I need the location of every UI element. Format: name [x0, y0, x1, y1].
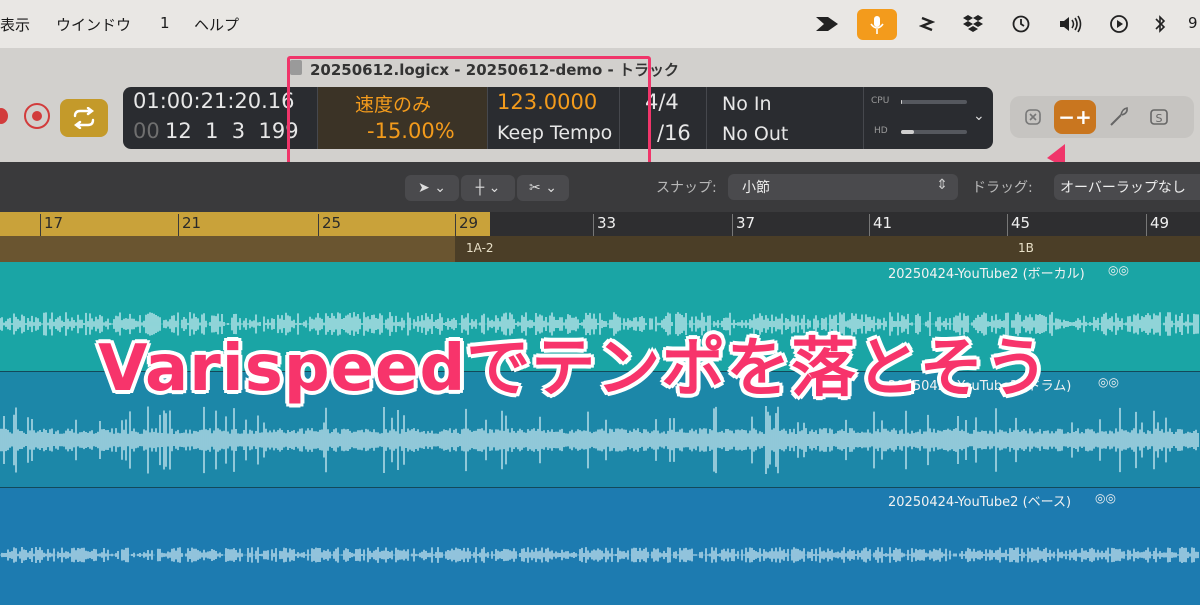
- time-machine-icon[interactable]: [1006, 10, 1036, 38]
- marquee-tool-icon[interactable]: ┼ ⌄: [461, 175, 515, 201]
- midi-out[interactable]: No Out: [722, 123, 788, 145]
- time-display: 01:00:21:20.16: [133, 89, 295, 113]
- drag-select[interactable]: オーバーラップなし: [1054, 174, 1200, 200]
- chevron-down-icon[interactable]: ⌄: [973, 108, 985, 124]
- region-name: 20250424-YouTube2 (ボーカル): [888, 267, 1085, 282]
- score-icon[interactable]: S: [1140, 100, 1178, 134]
- loop-icon: ◎◎: [1098, 375, 1119, 389]
- clock-text: 9: [1188, 14, 1198, 32]
- volume-icon[interactable]: [1056, 10, 1086, 38]
- menu-window[interactable]: ウインドウ: [56, 14, 131, 35]
- region-name: 20250424-YouTube2 (ベース): [888, 495, 1072, 510]
- loop-icon: ◎◎: [1108, 263, 1129, 277]
- bar-41: 41: [873, 214, 893, 232]
- scissors-tool-icon[interactable]: ✂ ⌄: [517, 175, 569, 201]
- bar-49: 49: [1150, 214, 1170, 232]
- loop-icon: ◎◎: [1095, 491, 1116, 505]
- svg-text:S: S: [1156, 112, 1163, 125]
- drag-label: ドラッグ:: [972, 180, 1033, 196]
- marker-1a-2[interactable]: 1A-2: [466, 241, 494, 255]
- marker-region-1a[interactable]: [0, 236, 455, 262]
- bluetooth-icon[interactable]: [1145, 10, 1175, 38]
- waveform: [0, 547, 1199, 563]
- scrivener-icon[interactable]: [812, 10, 842, 38]
- bar-17: 17: [44, 214, 64, 232]
- microphone-icon[interactable]: [857, 9, 897, 40]
- record-button[interactable]: [24, 103, 50, 129]
- menu-help[interactable]: ヘルプ: [194, 14, 239, 35]
- menu-1[interactable]: 1: [160, 14, 170, 32]
- bars-display: 12 1 3 199: [165, 119, 299, 143]
- highlight-box: [287, 56, 651, 168]
- midi-in[interactable]: No In: [722, 93, 772, 115]
- cycle-region[interactable]: [0, 212, 490, 236]
- dropbox-icon[interactable]: [958, 10, 988, 38]
- bar-21: 21: [182, 214, 202, 232]
- play-circle-icon[interactable]: [1104, 10, 1134, 38]
- cycle-button[interactable]: [60, 99, 108, 137]
- pointer-tool-icon[interactable]: ➤ ⌄: [405, 175, 459, 201]
- bars-prefix: 00: [133, 119, 160, 143]
- close-box-icon[interactable]: [1014, 100, 1052, 134]
- bar-33: 33: [597, 214, 617, 232]
- bolt-icon[interactable]: [912, 10, 942, 38]
- marker-1b[interactable]: 1B: [1018, 241, 1034, 255]
- hd-label: HD: [874, 126, 888, 136]
- cpu-label: CPU: [871, 96, 890, 106]
- bar-25: 25: [322, 214, 342, 232]
- drag-value: オーバーラップなし: [1060, 180, 1186, 196]
- tuner-icon[interactable]: [1100, 100, 1138, 134]
- menu-view[interactable]: 表示: [0, 14, 30, 35]
- division[interactable]: /16: [657, 121, 691, 145]
- waveform-path: [0, 547, 1199, 563]
- track-bass[interactable]: 20250424-YouTube2 (ベース) ◎◎: [0, 488, 1200, 605]
- varispeed-button[interactable]: −+: [1054, 100, 1096, 134]
- waveform: [0, 406, 1199, 474]
- select-arrows-icon: ⇕: [936, 177, 948, 193]
- bar-45: 45: [1011, 214, 1031, 232]
- bar-37: 37: [736, 214, 756, 232]
- bar-29: 29: [459, 214, 479, 232]
- cpu-meter: [901, 100, 967, 104]
- cycle-icon: [73, 107, 95, 129]
- snap-select[interactable]: 小節 ⇕: [728, 174, 958, 200]
- hd-meter: [901, 130, 967, 134]
- snap-label: スナップ:: [656, 180, 717, 196]
- snap-value: 小節: [742, 180, 770, 196]
- overlay-caption: Varispeedでテンポを落とそう: [98, 332, 1050, 406]
- waveform-path: [0, 406, 1199, 474]
